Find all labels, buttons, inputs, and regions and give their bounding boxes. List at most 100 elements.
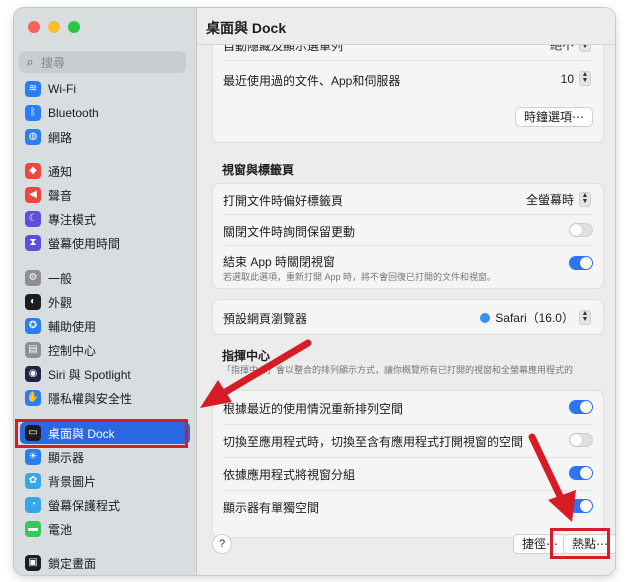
mission-control-description: 「指揮中心」會以整合的排列顯示方式，讓你概覽所有已打開的視窗和全螢幕應用程式的: [222, 365, 574, 375]
toggle-knob: [580, 467, 592, 479]
sidebar-item-label: 隱私權與安全性: [48, 391, 133, 406]
window-controls: [28, 21, 80, 33]
screensaver-icon: ◔: [25, 497, 41, 513]
settings-window: ⌕ 搜尋 ≋ Wi-Fi ᛒ Bluetooth ◍ 網路 ◆ 通知 ◀ 聲音 ☾ 專注模式 ⧗ 螢幕使用…: [14, 8, 615, 575]
sidebar-item-label: 電池: [48, 522, 73, 537]
sidebar-item-label: 控制中心: [48, 343, 97, 358]
sidebar: ⌕ 搜尋 ≋ Wi-Fi ᛒ Bluetooth ◍ 網路 ◆ 通知 ◀ 聲音 ☾ 專注模式 ⧗ 螢幕使用…: [14, 8, 197, 575]
toggle-knob: [580, 500, 592, 512]
control-center-icon: ▤: [25, 342, 41, 358]
mission-control-toggle-4[interactable]: [569, 499, 593, 513]
sidebar-item-label: 輔助使用: [48, 319, 97, 334]
minimize-window-button[interactable]: [48, 21, 60, 33]
recent-items-row: 最近使用過的文件、App和伺服器 10 ▲ ▼: [213, 61, 603, 99]
prefer-tabs-label: 打開文件時偏好標籤頁: [223, 194, 344, 208]
sidebar-item-label: Bluetooth: [48, 106, 99, 120]
hand-icon: ✋: [25, 390, 41, 406]
sidebar-item-19[interactable]: ▣ 鎖定畫面: [20, 552, 190, 574]
sidebar-item-label: 鎖定畫面: [48, 556, 97, 571]
default-browser-select[interactable]: Safari（16.0） ▲ ▼: [480, 309, 591, 326]
sidebar-item-label: 網路: [48, 130, 73, 145]
mission-control-title: 指揮中心: [222, 349, 271, 363]
sidebar-item-label: 外觀: [48, 295, 73, 310]
updown-icon: ▲▼: [579, 71, 591, 86]
ask-keep-changes-toggle[interactable]: [569, 223, 593, 237]
sidebar-item-9[interactable]: ◐ 外觀: [20, 291, 190, 313]
zoom-window-button[interactable]: [68, 21, 80, 33]
highlight-box-hot-corners: [550, 528, 610, 559]
sidebar-item-2[interactable]: ᛒ Bluetooth: [20, 102, 190, 124]
sidebar-item-1[interactable]: ≋ Wi-Fi: [20, 78, 190, 100]
sidebar-item-3[interactable]: ◍ 網路: [20, 126, 190, 148]
close-window-button[interactable]: [28, 21, 40, 33]
settings-scroll-area[interactable]: 自動隱藏及顯示選單列 絕不 ▲▼ 最近使用過的文件、App和伺服器 10 ▲▼ …: [197, 45, 615, 575]
prefer-tabs-select[interactable]: 全螢幕時 ▲ ▼: [526, 191, 591, 208]
mission-control-row-3: 依據應用程式將視窗分組: [213, 457, 603, 490]
sidebar-item-15[interactable]: ☀ 顯示器: [20, 446, 190, 468]
default-browser-value: Safari（16.0）: [495, 311, 574, 325]
prefer-tabs-value: 全螢幕時: [525, 193, 574, 207]
sidebar-item-10[interactable]: ✪ 輔助使用: [20, 315, 190, 337]
wifi-icon: ≋: [25, 81, 41, 97]
sidebar-item-label: 專注模式: [48, 212, 97, 227]
sidebar-item-label: 顯示器: [48, 450, 85, 465]
mission-control-row-4: 顯示器有單獨空間: [213, 490, 603, 523]
siri-icon: ◉: [25, 366, 41, 382]
sidebar-item-label: Wi-Fi: [48, 82, 76, 96]
mission-control-card: 根據最近的使用情況重新排列空間切換至應用程式時，切換至含有應用程式打開視窗的空間…: [212, 390, 604, 538]
mission-control-row-label: 根據最近的使用情況重新排列空間: [223, 402, 404, 416]
sidebar-item-17[interactable]: ◔ 螢幕保護程式: [20, 494, 190, 516]
sidebar-item-7[interactable]: ⧗ 螢幕使用時間: [20, 232, 190, 254]
sidebar-item-18[interactable]: ▬ 電池: [20, 518, 190, 540]
sidebar-item-label: 背景圖片: [48, 474, 97, 489]
toggle-knob: [570, 224, 582, 236]
sun-icon: ☀: [25, 449, 41, 465]
close-windows-description: 若選取此選項，重新打開 App 時，將不會回復已打開的文件和視窗。: [223, 272, 497, 282]
sidebar-item-4[interactable]: ◆ 通知: [20, 160, 190, 182]
accessibility-icon: ✪: [25, 318, 41, 334]
updown-icon: ▲▼: [579, 192, 591, 207]
gear-icon: ⚙: [25, 270, 41, 286]
search-field[interactable]: ⌕ 搜尋: [19, 51, 186, 73]
search-placeholder: 搜尋: [41, 55, 66, 70]
mission-control-toggle-3[interactable]: [569, 466, 593, 480]
recent-items-label: 最近使用過的文件、App和伺服器: [223, 74, 401, 88]
prefer-tabs-row: 打開文件時偏好標籤頁 全螢幕時 ▲ ▼: [213, 184, 603, 214]
sidebar-item-16[interactable]: ✿ 背景圖片: [20, 470, 190, 492]
sidebar-item-6[interactable]: ☾ 專注模式: [20, 208, 190, 230]
recent-items-value: 10: [560, 71, 574, 86]
mission-control-toggle-1[interactable]: [569, 400, 593, 414]
clock-options-button[interactable]: 時鐘選項⋯: [514, 107, 593, 127]
sidebar-item-label: Siri 與 Spotlight: [48, 367, 131, 382]
page-title: 桌面與 Dock: [206, 20, 287, 36]
sidebar-item-12[interactable]: ◉ Siri 與 Spotlight: [20, 363, 190, 385]
sidebar-item-label: 聲音: [48, 188, 73, 203]
close-windows-row: 結束 App 時關閉視窗 若選取此選項，重新打開 App 時，將不會回復已打開的…: [213, 246, 603, 288]
battery-icon: ▬: [25, 521, 41, 537]
sidebar-item-label: 螢幕使用時間: [48, 236, 121, 251]
flower-icon: ✿: [25, 473, 41, 489]
sidebar-item-11[interactable]: ▤ 控制中心: [20, 339, 190, 361]
sidebar-item-13[interactable]: ✋ 隱私權與安全性: [20, 387, 190, 409]
bluetooth-icon: ᛒ: [25, 105, 41, 121]
menu-bar-autohide-select[interactable]: 絕不 ▲▼: [550, 45, 591, 53]
sidebar-item-5[interactable]: ◀ 聲音: [20, 184, 190, 206]
help-button[interactable]: ?: [212, 534, 232, 554]
bell-icon: ◆: [25, 163, 41, 179]
recent-items-stepper[interactable]: 10 ▲ ▼: [561, 71, 591, 86]
windows-section-title: 視窗與標籤頁: [222, 163, 295, 177]
search-icon: ⌕: [26, 54, 34, 69]
toggle-knob: [580, 257, 592, 269]
sidebar-item-label: 一般: [48, 271, 73, 286]
browser-card: 預設網頁瀏覽器 Safari（16.0） ▲ ▼: [212, 299, 604, 335]
title-bar: 桌面與 Dock: [197, 8, 615, 45]
mission-control-row-2: 切換至應用程式時，切換至含有應用程式打開視窗的空間: [213, 424, 603, 457]
mission-control-row-label: 切換至應用程式時，切換至含有應用程式打開視窗的空間: [223, 435, 524, 449]
lock-screen-icon: ▣: [25, 555, 41, 571]
close-windows-toggle[interactable]: [569, 256, 593, 270]
main-pane: 桌面與 Dock 自動隱藏及顯示選單列 絕不 ▲▼ 最近使用過的文件、App和伺…: [197, 8, 615, 575]
menu-bar-autohide-row[interactable]: 自動隱藏及顯示選單列 絕不 ▲▼: [213, 45, 603, 60]
updown-icon: ▲▼: [579, 45, 591, 52]
sidebar-item-8[interactable]: ⚙ 一般: [20, 267, 190, 289]
mission-control-toggle-2[interactable]: [569, 433, 593, 447]
